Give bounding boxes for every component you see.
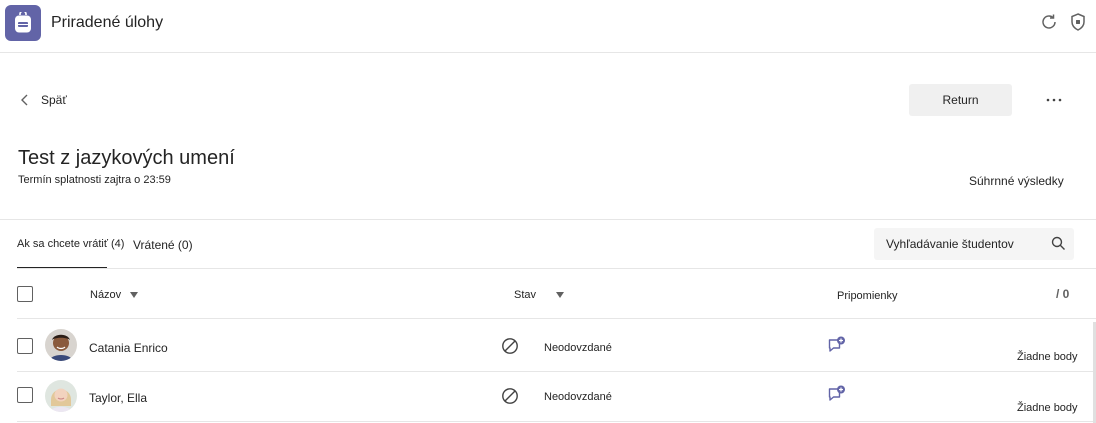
section-divider bbox=[0, 219, 1096, 220]
row-checkbox[interactable] bbox=[17, 387, 33, 403]
column-status-header[interactable]: Stav bbox=[514, 289, 565, 301]
points-value[interactable]: Žiadne body bbox=[1017, 351, 1078, 363]
shield-icon[interactable] bbox=[1068, 12, 1088, 32]
column-status-label: Stav bbox=[514, 289, 537, 301]
row-divider bbox=[17, 371, 1096, 372]
assignment-title: Test z jazykových umení bbox=[18, 147, 235, 169]
sort-down-icon bbox=[556, 292, 565, 298]
select-all-checkbox[interactable] bbox=[17, 286, 33, 302]
student-name[interactable]: Catania Enrico bbox=[89, 341, 168, 355]
avatar bbox=[45, 329, 77, 361]
row-divider bbox=[17, 318, 1096, 319]
status-text: Neodovzdané bbox=[544, 391, 612, 403]
summary-results-link[interactable]: Súhrnné výsledky bbox=[969, 174, 1064, 188]
sort-down-icon bbox=[130, 292, 139, 298]
more-icon[interactable] bbox=[1042, 88, 1066, 112]
column-name-label: Názov bbox=[90, 289, 122, 301]
backpack-icon bbox=[5, 5, 41, 41]
blocked-icon bbox=[502, 388, 518, 404]
return-button[interactable]: Return bbox=[909, 84, 1012, 116]
column-name-header[interactable]: Názov bbox=[90, 289, 139, 301]
student-search[interactable] bbox=[874, 228, 1074, 260]
avatar bbox=[45, 380, 77, 412]
column-feedback-header: Pripomienky bbox=[837, 290, 898, 302]
refresh-icon[interactable] bbox=[1039, 12, 1059, 32]
student-name[interactable]: Taylor, Ella bbox=[89, 391, 147, 405]
status-text: Neodovzdané bbox=[544, 342, 612, 354]
due-date: Termín splatnosti zajtra o 23:59 bbox=[18, 174, 171, 186]
search-input[interactable] bbox=[886, 237, 1041, 251]
row-divider bbox=[17, 421, 1096, 422]
row-checkbox[interactable] bbox=[17, 338, 33, 354]
search-icon[interactable] bbox=[1051, 236, 1066, 251]
column-points-header: / 0 bbox=[1056, 287, 1070, 301]
column-feedback-label: Pripomienky bbox=[837, 290, 898, 302]
table-top-border bbox=[17, 268, 1096, 269]
tab-to-return[interactable]: Ak sa chcete vrátiť (4) bbox=[17, 238, 124, 250]
tab-returned[interactable]: Vrátené (0) bbox=[133, 238, 193, 252]
add-feedback-icon[interactable] bbox=[827, 335, 847, 355]
add-feedback-icon[interactable] bbox=[827, 384, 847, 404]
chevron-left-icon bbox=[21, 94, 28, 106]
app-header: Priradené úlohy bbox=[0, 0, 1096, 53]
back-label: Späť bbox=[41, 93, 67, 107]
blocked-icon bbox=[502, 338, 518, 354]
app-title: Priradené úlohy bbox=[51, 14, 164, 31]
points-value[interactable]: Žiadne body bbox=[1017, 402, 1078, 414]
back-button[interactable]: Späť bbox=[18, 90, 67, 110]
